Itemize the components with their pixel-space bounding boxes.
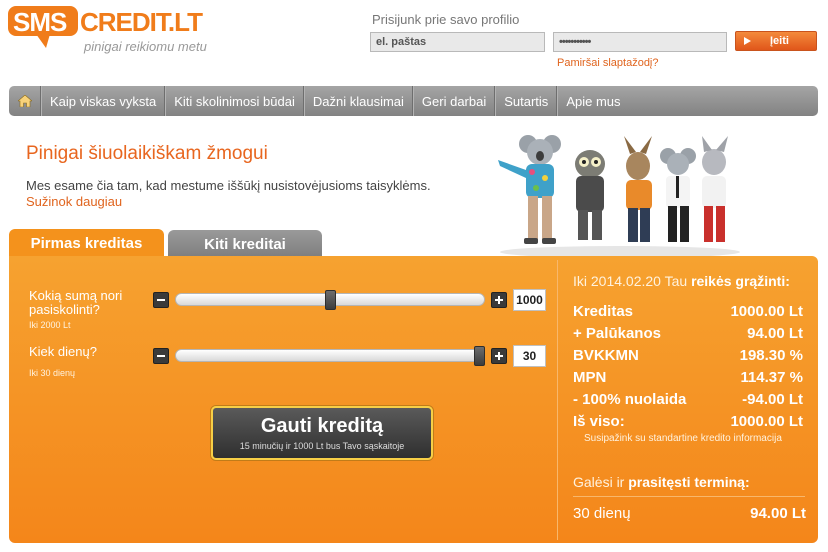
summary-row-label: - 100% nuolaida [573,391,687,408]
summary-row-value: 114.37 % [740,369,803,386]
summary-row-label: Kreditas [573,303,634,320]
days-limit: Iki 30 dienų [29,368,76,378]
amount-label-line1: Kokią sumą nori [29,288,123,303]
days-decrease-button[interactable] [153,348,169,364]
summary-row: MPN 114.37 % [573,369,803,389]
nav-item-kiti-skolinimosi-budai[interactable]: Kiti skolinimosi būdai [165,86,304,116]
arrow-right-icon [744,37,751,45]
repay-heading: Iki 2014.02.20 Tau reikės grąžinti: [573,273,790,289]
home-icon [17,95,32,107]
summary-row: - 100% nuolaida -94.00 Lt [573,391,803,411]
extend-row: 30 dienų 94.00 Lt [573,505,806,525]
days-increase-button[interactable] [491,348,507,364]
logo-tagline: pinigai reikiomu metu [84,39,207,54]
repay-heading-bold: reikės grąžinti: [691,273,790,289]
login-title: Prisijunk prie savo profilio [372,12,520,27]
summary-row-value: -94.00 Lt [742,391,803,408]
repay-heading-prefix: Iki 2014.02.20 Tau [573,273,688,289]
intro-title: Pinigai šiuolaikiškam žmogui [26,143,268,164]
learn-more-link[interactable]: Sužinok daugiau [26,194,122,209]
get-credit-button[interactable]: Gauti kreditą 15 minučių ir 1000 Lt bus … [211,406,433,460]
summary-row: Kreditas 1000.00 Lt [573,303,803,323]
extend-period: 30 dienų [573,505,631,522]
amount-slider-handle[interactable] [324,290,336,310]
amount-limit: Iki 2000 Lt [29,320,71,330]
logo[interactable]: SMS CREDIT.LT pinigai reikiomu metu [8,6,208,56]
summary-row-value: 1000.00 Lt [730,303,803,320]
extend-heading-bold: prasitęsti terminą: [628,474,750,490]
summary-row: Iš viso: 1000.00 Lt [573,413,803,433]
summary-row-label: + Palūkanos [573,325,661,342]
nav-item-kaip-viskas-vyksta[interactable]: Kaip viskas vyksta [41,86,166,116]
credit-info-link[interactable]: Susipažink su standartine kredito inform… [584,433,782,444]
summary-row: BVKKMN 198.30 % [573,347,803,367]
days-value-field[interactable]: 30 [513,345,546,367]
summary-row-value: 1000.00 Lt [730,413,803,430]
nav-item-sutartis[interactable]: Sutartis [495,86,558,116]
nav-item-apie-mus[interactable]: Apie mus [557,86,628,116]
tab-pirmas-kreditas[interactable]: Pirmas kreditas [9,229,164,257]
forgot-password-link[interactable]: Pamiršai slaptažodį? [557,57,659,69]
nav-item-dazni-klausimai[interactable]: Dažni klausimai [303,86,413,116]
panel-divider [557,260,558,540]
summary-row-label: MPN [573,369,607,386]
nav-item-geri-darbai[interactable]: Geri darbai [412,86,496,116]
cat-mascot [702,136,728,242]
dog-mascot [624,136,652,242]
main-nav: Kaip viskas vyksta Kiti skolinimosi būda… [9,86,818,116]
summary-row-value: 198.30 % [739,347,803,364]
logo-credit-text: CREDIT.LT [80,7,203,37]
get-credit-button-label: Gauti kreditą [260,415,384,437]
amount-value-field[interactable]: 1000 [513,289,546,311]
extend-fee: 94.00 Lt [750,505,806,522]
nav-home[interactable] [9,86,41,116]
extend-divider [573,496,805,497]
get-credit-button-subtitle: 15 minučių ir 1000 Lt bus Tavo sąskaitoj… [239,441,405,451]
days-label: Kiek dienų? [29,344,97,359]
amount-label-line2: pasiskolinti? [29,302,100,317]
logo-sms-text: SMS [13,7,67,37]
email-field[interactable]: el. paštas [370,32,545,52]
summary-row: + Palūkanos 94.00 Lt [573,325,803,345]
days-slider-handle[interactable] [474,346,485,366]
summary-row-value: 94.00 Lt [747,325,803,342]
koala-white-shirt-mascot [660,148,696,242]
intro-text: Mes esame čia tam, kad mestume iššūkį nu… [26,178,431,193]
summary-row-label: Iš viso: [573,413,625,430]
extend-heading: Galėsi ir prasitęsti terminą: [573,474,750,490]
extend-heading-prefix: Galėsi ir [573,474,625,490]
summary-row-label: BVKKMN [573,347,639,364]
days-slider-track[interactable] [175,349,485,362]
password-field[interactable]: ••••••••••• [553,32,727,52]
login-button[interactable]: Įeiti [735,31,817,51]
login-button-label: Įeiti [770,35,789,47]
tab-kiti-kreditai[interactable]: Kiti kreditai [168,230,322,258]
owl-mascot [575,150,605,240]
amount-increase-button[interactable] [491,292,507,308]
page: SMS CREDIT.LT pinigai reikiomu metu Pris… [0,0,828,552]
amount-decrease-button[interactable] [153,292,169,308]
mascots-illustration [498,135,740,258]
koala-mascot [498,135,561,244]
